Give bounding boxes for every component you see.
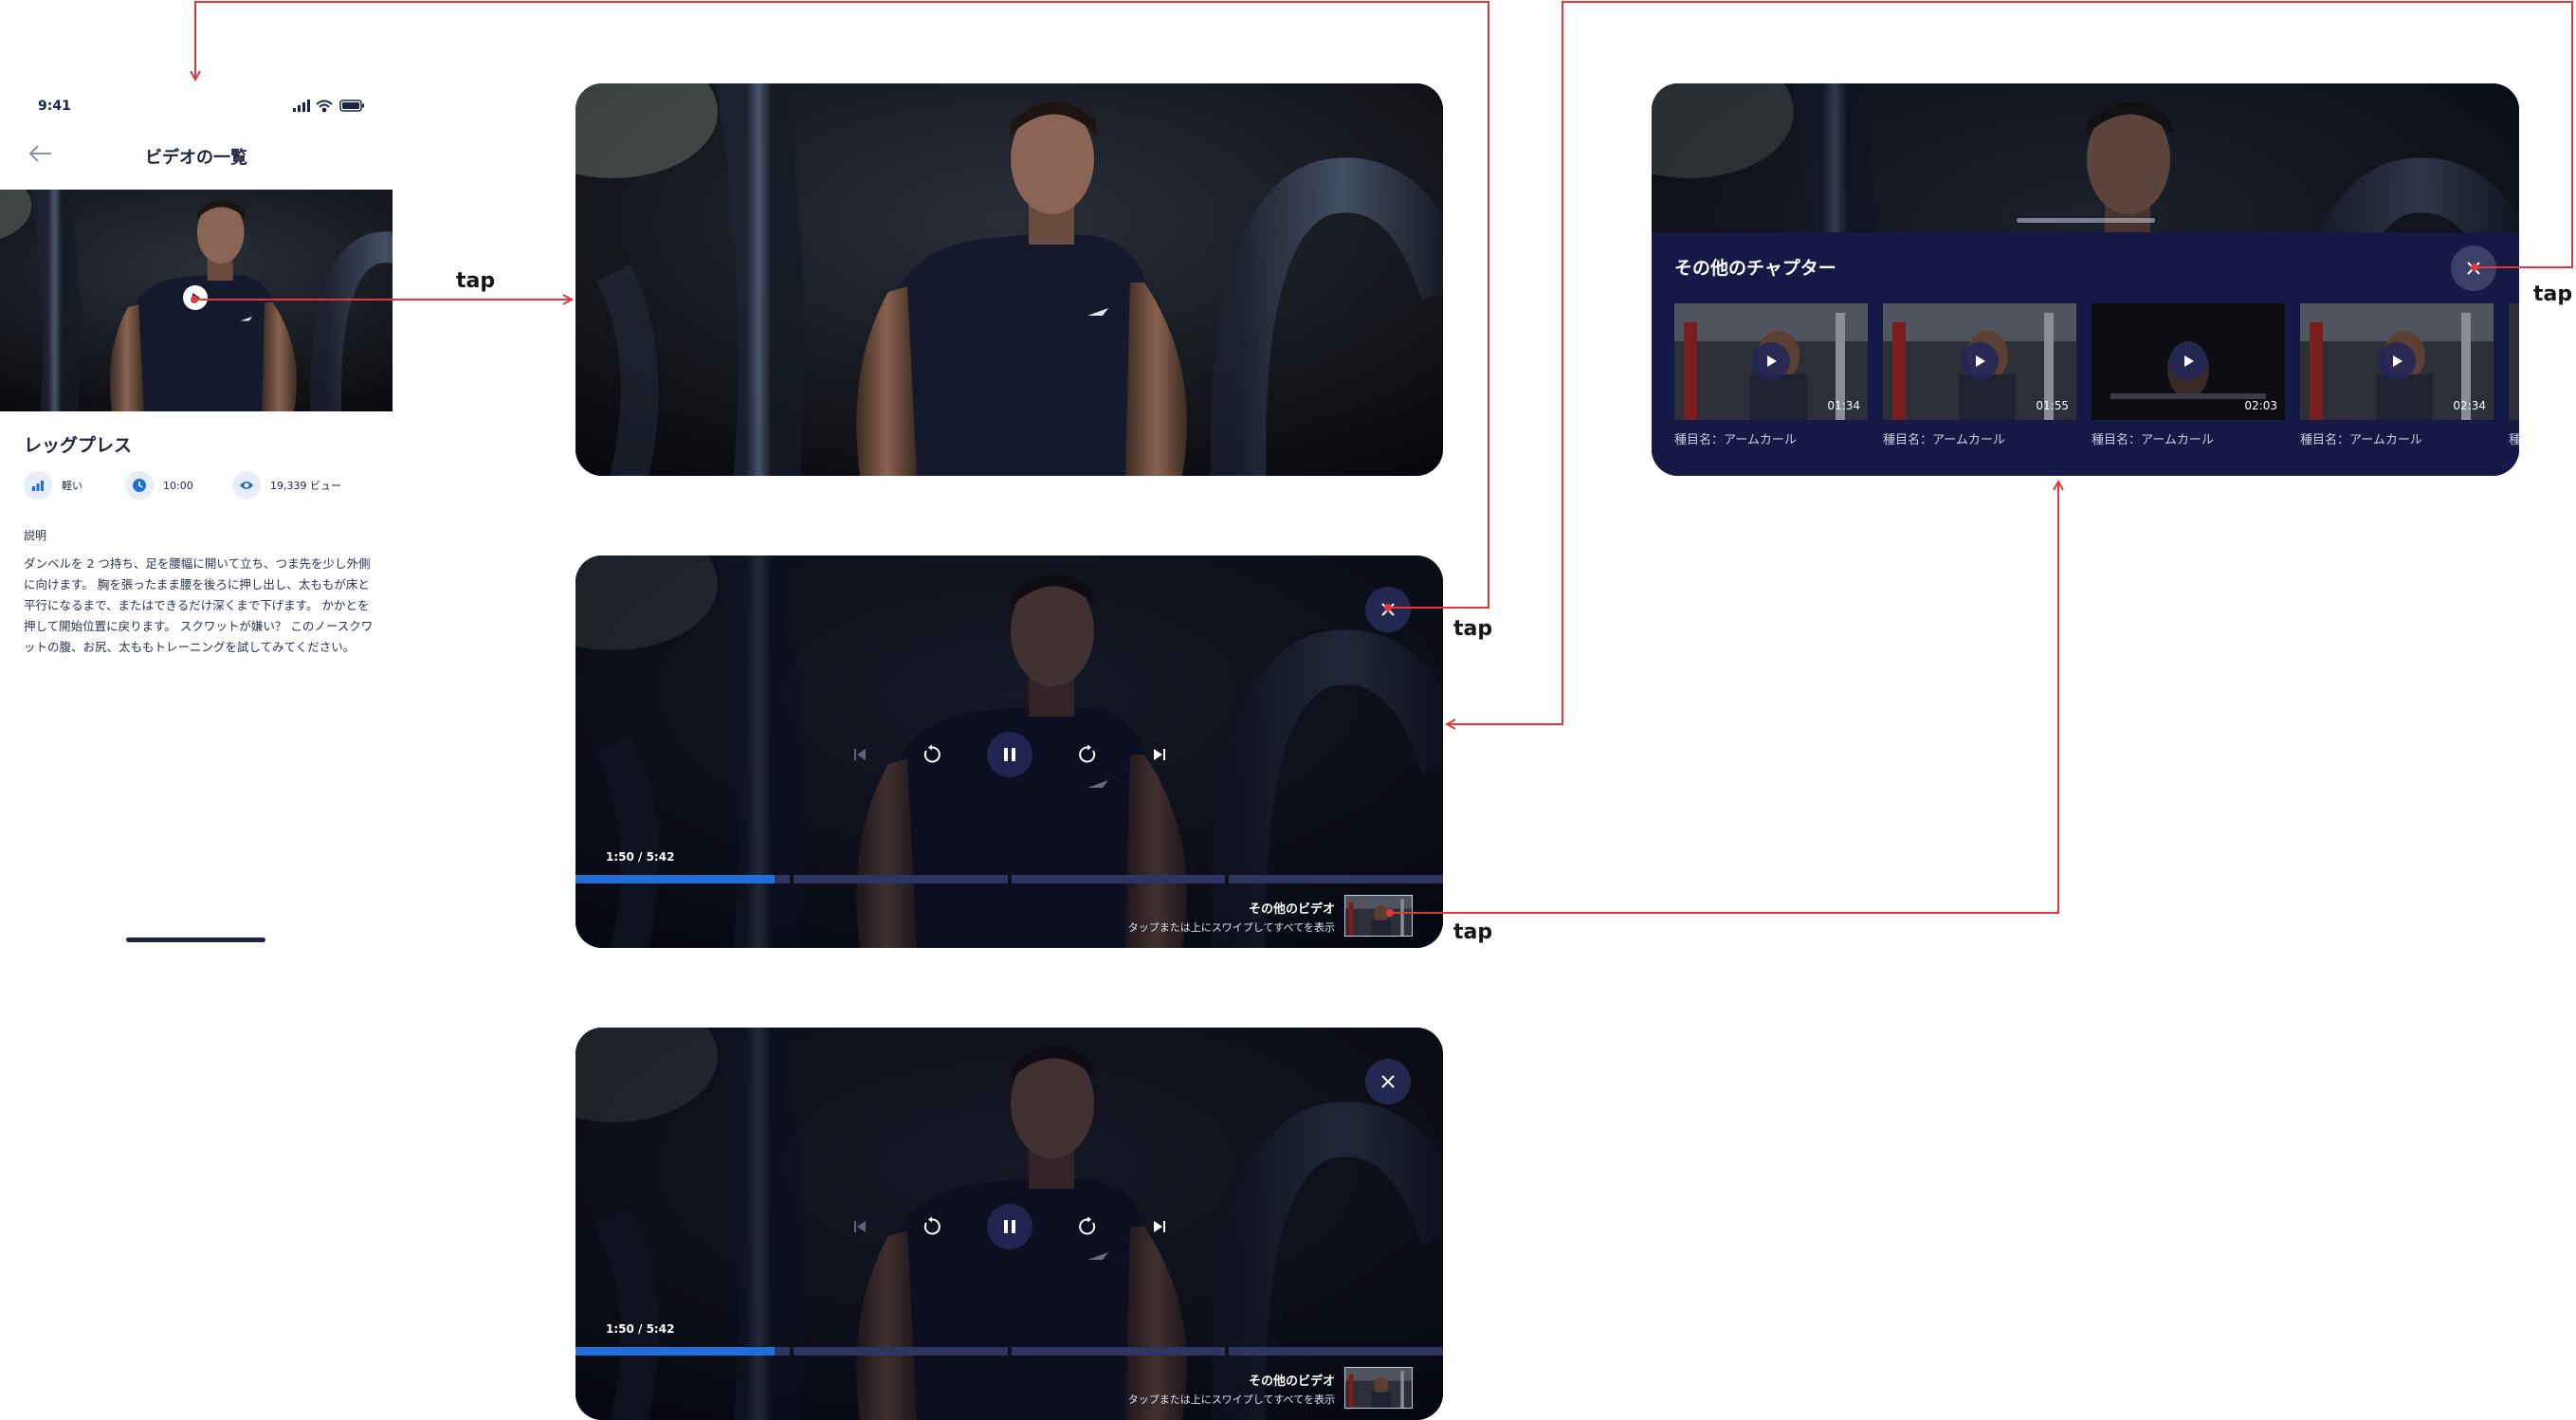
arrow-origin-dot: [2471, 264, 2478, 271]
arrow-origin-dot: [191, 296, 198, 303]
flow-arrows: [0, 1, 2573, 917]
tap-label: tap: [1453, 920, 1493, 944]
arrow-origin-dot: [1384, 604, 1392, 611]
arrow-origin-dot: [1386, 909, 1394, 917]
tap-label: tap: [456, 269, 496, 293]
tap-label: tap: [2533, 282, 2573, 306]
arrow-close-to-list: [195, 1, 1489, 609]
arrow-chapters-close-to-player: [1447, 1, 2573, 724]
arrow-more-to-chapters: [1390, 482, 2058, 914]
tap-label: tap: [1453, 617, 1493, 641]
